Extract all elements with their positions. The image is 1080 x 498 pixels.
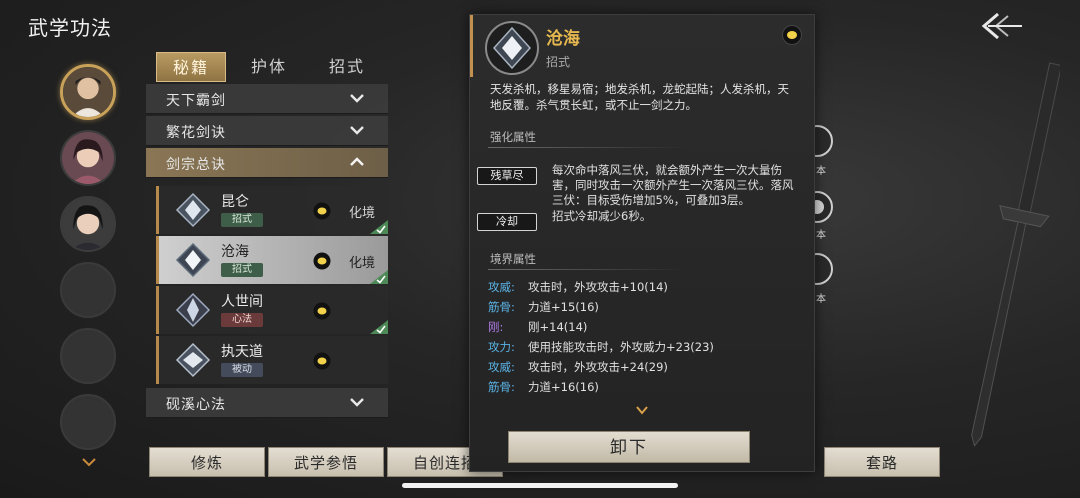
- tab-miji[interactable]: 秘籍: [156, 52, 226, 82]
- check-icon: [370, 220, 388, 234]
- home-indicator: [402, 483, 678, 488]
- stat-text: 力道+16(16): [528, 380, 599, 394]
- page-title: 武学功法: [28, 16, 112, 40]
- skill-row-zhitiandao[interactable]: 执天道 被动: [156, 336, 388, 384]
- enhance-text: 招式冷却减少6秒。: [552, 209, 652, 223]
- avatar-hero-3[interactable]: [60, 196, 116, 252]
- chevron-down-icon: [350, 398, 364, 407]
- skill-name: 沧海: [221, 244, 249, 260]
- avatar-hero-1[interactable]: [60, 64, 116, 120]
- panel-accent-bar: [470, 15, 473, 77]
- stat-label: 攻威:: [488, 280, 515, 294]
- avatar-hero-2[interactable]: [60, 130, 116, 186]
- stat-row: 攻威: 攻击时，外攻攻击+24(29): [488, 359, 808, 377]
- stat-row: 攻威: 攻击时，外攻攻击+10(14): [488, 279, 808, 297]
- skill-icon: [175, 292, 211, 328]
- divider: [488, 147, 688, 148]
- category-jianzong-zongjue[interactable]: 剑宗总诀: [146, 148, 388, 178]
- category-label: 砚溪心法: [166, 397, 226, 413]
- category-label: 繁花剑诀: [166, 125, 226, 141]
- skill-name: 执天道: [221, 344, 263, 360]
- skill-icon: [485, 21, 539, 75]
- chevron-down-icon[interactable]: [636, 405, 648, 415]
- skill-type: 招式: [546, 55, 571, 69]
- routine-button[interactable]: 套路: [824, 447, 940, 477]
- stat-text: 使用技能攻击时，外攻威力+23(23): [528, 340, 714, 354]
- category-yanxi-xinfa[interactable]: 砚溪心法: [146, 388, 388, 418]
- unequip-button[interactable]: 卸下: [508, 431, 750, 463]
- enhance-badge: 冷却: [477, 213, 537, 231]
- skill-status: 化境: [349, 256, 376, 271]
- stat-label: 攻威:: [488, 360, 515, 374]
- stat-label: 筋骨:: [488, 380, 515, 394]
- enhance-section-title: 强化属性: [490, 130, 536, 144]
- skill-status: 化境: [349, 206, 376, 221]
- skill-icon: [175, 192, 211, 228]
- stat-row: 筋骨: 力道+16(16): [488, 379, 808, 397]
- skill-tag: 被动: [221, 363, 263, 377]
- category-tianxia-bajian[interactable]: 天下霸剑: [146, 84, 388, 114]
- stat-text: 攻击时，外攻攻击+10(14): [528, 280, 668, 294]
- category-label: 天下霸剑: [166, 93, 226, 109]
- comprehend-button[interactable]: 武学参悟: [268, 447, 384, 477]
- enhance-text: 每次命中落风三伏，就会额外产生一次大量伤害，同时攻击一次额外产生一次落风三伏。落…: [552, 163, 794, 207]
- side-slot-label: 本: [816, 230, 826, 241]
- skill-tag: 心法: [221, 313, 263, 327]
- stat-row: 筋骨: 力道+15(16): [488, 299, 808, 317]
- skill-name: 昆仑: [221, 194, 249, 210]
- skill-icon: [175, 242, 211, 278]
- skill-description: 天发杀机，移星易宿；地发杀机，龙蛇起陆；人发杀机，天地反覆。杀气贯长虹，或不止一…: [490, 82, 789, 112]
- chevron-down-icon: [350, 126, 364, 135]
- tab-zhaoshi[interactable]: 招式: [312, 52, 382, 82]
- stat-label: 刚:: [488, 320, 504, 334]
- chevron-down-icon: [350, 94, 364, 103]
- skill-tag: 招式: [221, 263, 263, 277]
- enhance-badge: 残草尽: [477, 167, 537, 185]
- cultivate-button[interactable]: 修炼: [149, 447, 265, 477]
- category-fanhua-jianjue[interactable]: 繁花剑诀: [146, 116, 388, 146]
- skill-row-renshijian[interactable]: 人世间 心法: [156, 286, 388, 334]
- avatar-slot-empty[interactable]: [60, 394, 116, 450]
- avatar-slot-empty[interactable]: [60, 262, 116, 318]
- category-label: 剑宗总诀: [166, 157, 226, 173]
- skill-title: 沧海: [546, 29, 580, 49]
- coin-icon: [313, 202, 331, 220]
- skill-detail-panel: 沧海 招式 天发杀机，移星易宿；地发杀机，龙蛇起陆；人发杀机，天地反覆。杀气贯长…: [469, 14, 815, 472]
- coin-icon: [782, 25, 802, 45]
- side-slot-label: 本: [816, 166, 826, 177]
- coin-icon: [313, 302, 331, 320]
- stat-label: 筋骨:: [488, 300, 515, 314]
- stat-text: 攻击时，外攻攻击+24(29): [528, 360, 668, 374]
- sword-decoration: [971, 62, 1060, 447]
- chevron-up-icon: [350, 157, 364, 166]
- stat-label: 攻力:: [488, 340, 515, 354]
- avatar-slot-empty[interactable]: [60, 328, 116, 384]
- coin-icon: [313, 352, 331, 370]
- stat-text: 刚+14(14): [528, 320, 588, 334]
- divider: [488, 269, 688, 270]
- check-icon: [370, 270, 388, 284]
- realm-section-title: 境界属性: [490, 252, 536, 266]
- side-slot-label: 本: [816, 294, 826, 305]
- stat-row: 刚: 刚+14(14): [488, 319, 808, 337]
- skill-name: 人世间: [221, 294, 263, 310]
- skill-tag: 招式: [221, 213, 263, 227]
- stat-row: 攻力: 使用技能攻击时，外攻威力+23(23): [488, 339, 808, 357]
- chevron-down-icon[interactable]: [82, 452, 96, 467]
- coin-icon: [313, 252, 331, 270]
- tab-huti[interactable]: 护体: [234, 52, 304, 82]
- back-arrow-icon[interactable]: [980, 10, 1024, 42]
- skill-row-kunlun[interactable]: 昆仑 招式 化境: [156, 186, 388, 234]
- skill-row-canghai[interactable]: 沧海 招式 化境: [156, 236, 388, 284]
- stat-text: 力道+15(16): [528, 300, 599, 314]
- check-icon: [370, 320, 388, 334]
- skill-icon: [175, 342, 211, 378]
